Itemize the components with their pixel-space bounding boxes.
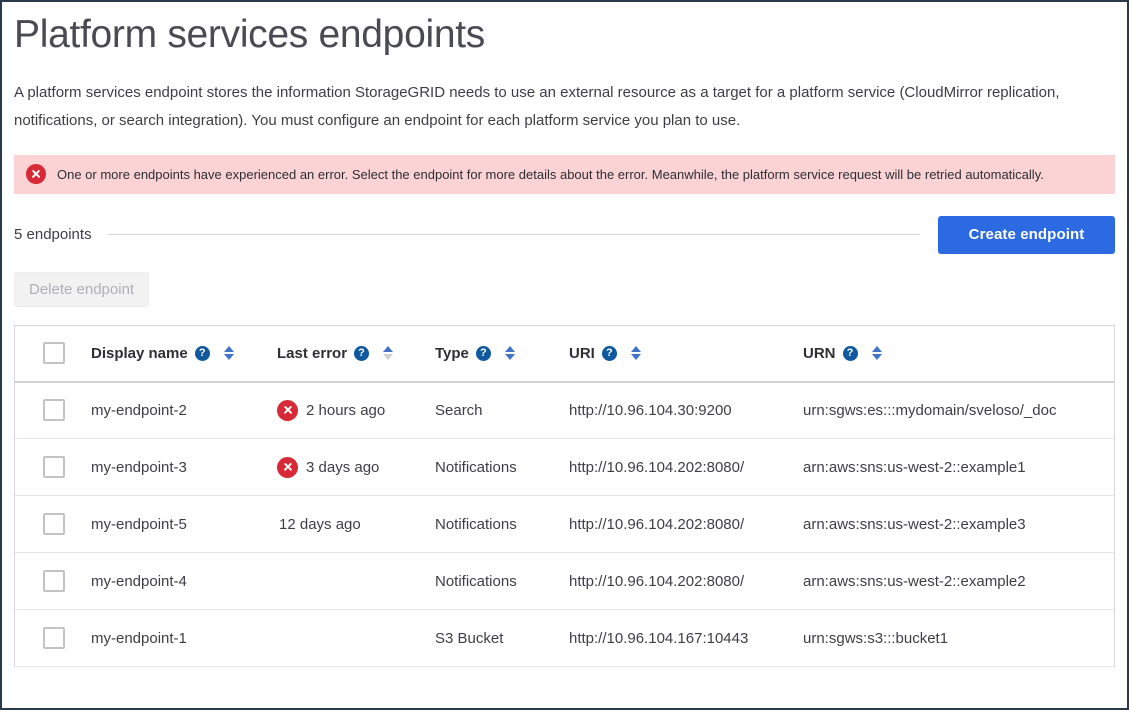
error-circle-icon — [26, 164, 46, 184]
page-container: Platform services endpoints A platform s… — [0, 0, 1129, 710]
cell-display-name: my-endpoint-3 — [91, 439, 277, 496]
error-banner-message: One or more endpoints have experienced a… — [57, 168, 1044, 181]
header-last-error: Last error ? — [277, 326, 435, 382]
error-circle-icon — [277, 457, 298, 478]
help-icon-type[interactable]: ? — [476, 346, 491, 361]
page-title: Platform services endpoints — [14, 10, 1115, 61]
row-checkbox[interactable] — [43, 456, 65, 478]
page-description: A platform services endpoint stores the … — [14, 79, 1106, 135]
endpoints-table-container: Display name ? Last error ? — [14, 325, 1115, 668]
select-all-checkbox[interactable] — [43, 342, 65, 364]
sort-uri[interactable] — [631, 346, 641, 360]
cell-last-error: 3 days ago — [277, 439, 435, 496]
cell-urn: arn:aws:sns:us-west-2::example3 — [803, 496, 1114, 553]
cell-uri: http://10.96.104.202:8080/ — [569, 496, 803, 553]
cell-type: Notifications — [435, 553, 569, 610]
table-row[interactable]: my-endpoint-512 days ago Notificationshtt… — [15, 496, 1114, 553]
header-urn: URN ? — [803, 326, 1114, 382]
help-icon-display-name[interactable]: ? — [195, 346, 210, 361]
table-header-row: Display name ? Last error ? — [15, 326, 1114, 382]
cell-uri: http://10.96.104.167:10443 — [569, 610, 803, 667]
row-select-cell — [15, 610, 91, 667]
header-display-name-label: Display name — [91, 345, 188, 362]
help-icon-last-error[interactable]: ? — [354, 346, 369, 361]
sort-asc-icon — [224, 346, 234, 352]
row-select-cell — [15, 496, 91, 553]
sort-asc-icon — [383, 346, 393, 352]
endpoints-table: Display name ? Last error ? — [15, 326, 1114, 668]
row-checkbox[interactable] — [43, 570, 65, 592]
sort-asc-icon — [631, 346, 641, 352]
table-row[interactable]: my-endpoint-3 3 days ago Notificationshttp… — [15, 439, 1114, 496]
cell-uri: http://10.96.104.202:8080/ — [569, 439, 803, 496]
table-row[interactable]: my-endpoint-1 S3 Buckethttp://10.96.104.1… — [15, 610, 1114, 667]
last-error-text: 2 hours ago — [306, 402, 385, 419]
row-checkbox[interactable] — [43, 513, 65, 535]
cell-urn: arn:aws:sns:us-west-2::example1 — [803, 439, 1114, 496]
header-last-error-label: Last error — [277, 345, 347, 362]
cell-urn: urn:sgws:s3:::bucket1 — [803, 610, 1114, 667]
cell-last-error: 12 days ago — [277, 496, 435, 553]
header-urn-label: URN — [803, 345, 836, 362]
cell-uri: http://10.96.104.202:8080/ — [569, 553, 803, 610]
table-header: Display name ? Last error ? — [15, 326, 1114, 382]
sort-desc-icon — [631, 354, 641, 360]
error-banner: One or more endpoints have experienced a… — [14, 155, 1115, 194]
sort-asc-icon — [872, 346, 882, 352]
sort-desc-icon — [224, 354, 234, 360]
cell-display-name: my-endpoint-5 — [91, 496, 277, 553]
cell-last-error: 2 hours ago — [277, 382, 435, 439]
cell-type: Notifications — [435, 439, 569, 496]
sort-display-name[interactable] — [224, 346, 234, 360]
table-row[interactable]: my-endpoint-2 2 hours ago Searchhttp://10.… — [15, 382, 1114, 439]
toolbar-divider — [108, 234, 920, 235]
last-error-text: 3 days ago — [306, 459, 379, 476]
cell-type: Search — [435, 382, 569, 439]
row-select-cell — [15, 382, 91, 439]
cell-display-name: my-endpoint-2 — [91, 382, 277, 439]
sort-type[interactable] — [505, 346, 515, 360]
cell-urn: urn:sgws:es:::mydomain/sveloso/_doc — [803, 382, 1114, 439]
sort-asc-icon — [505, 346, 515, 352]
cell-type: Notifications — [435, 496, 569, 553]
create-endpoint-button[interactable]: Create endpoint — [938, 216, 1115, 254]
header-select-all — [15, 326, 91, 382]
last-error-text: 12 days ago — [277, 516, 361, 533]
header-uri: URI ? — [569, 326, 803, 382]
row-checkbox[interactable] — [43, 399, 65, 421]
error-circle-icon — [277, 400, 298, 421]
cell-last-error — [277, 553, 435, 610]
header-type-label: Type — [435, 345, 469, 362]
help-icon-uri[interactable]: ? — [602, 346, 617, 361]
help-icon-urn[interactable]: ? — [843, 346, 858, 361]
table-body: my-endpoint-22 hours agoSearchhttp://10.… — [15, 382, 1114, 667]
delete-endpoint-button[interactable]: Delete endpoint — [14, 272, 149, 307]
endpoint-count-label: 5 endpoints — [14, 226, 92, 243]
row-select-cell — [15, 553, 91, 610]
sort-desc-icon — [505, 354, 515, 360]
sort-last-error[interactable] — [383, 346, 393, 360]
row-select-cell — [15, 439, 91, 496]
cell-last-error — [277, 610, 435, 667]
header-type: Type ? — [435, 326, 569, 382]
sort-desc-icon — [872, 354, 882, 360]
row-checkbox[interactable] — [43, 627, 65, 649]
cell-uri: http://10.96.104.30:9200 — [569, 382, 803, 439]
sort-urn[interactable] — [872, 346, 882, 360]
cell-type: S3 Bucket — [435, 610, 569, 667]
cell-display-name: my-endpoint-1 — [91, 610, 277, 667]
cell-display-name: my-endpoint-4 — [91, 553, 277, 610]
table-toolbar: 5 endpoints Create endpoint — [14, 216, 1115, 254]
header-display-name: Display name ? — [91, 326, 277, 382]
sort-desc-icon — [383, 354, 393, 360]
cell-urn: arn:aws:sns:us-west-2::example2 — [803, 553, 1114, 610]
table-row[interactable]: my-endpoint-4 Notificationshttp://10.96.1… — [15, 553, 1114, 610]
header-uri-label: URI — [569, 345, 595, 362]
